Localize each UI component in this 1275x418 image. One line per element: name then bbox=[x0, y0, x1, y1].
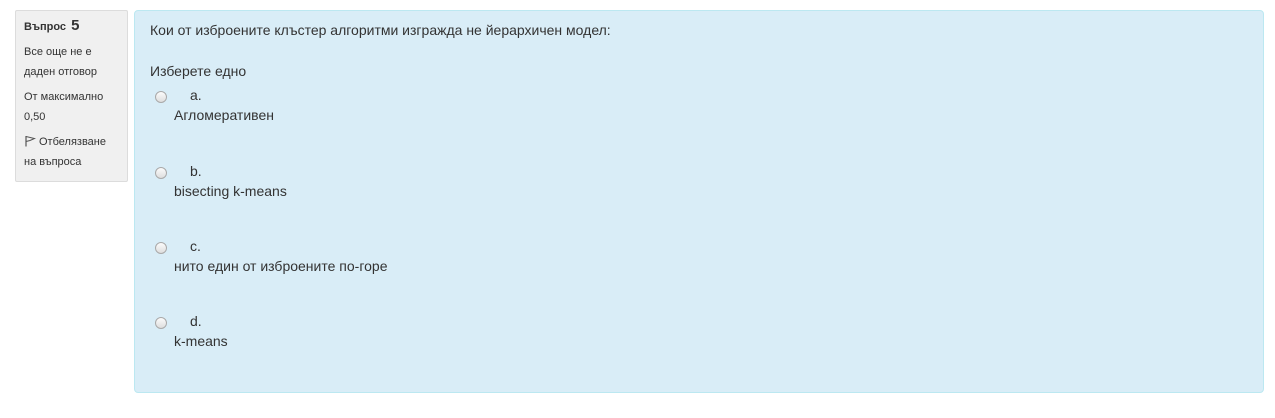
answer-c-radio[interactable] bbox=[155, 242, 167, 254]
question-content: Кои от изброените клъстер алгоритми изгр… bbox=[134, 10, 1264, 393]
question-state: Все още не е даден отговор bbox=[24, 46, 97, 78]
question-label: Въпрос bbox=[24, 21, 67, 33]
flag-label: Отбелязване на въпроса bbox=[24, 136, 106, 168]
answer-a-letter: a. bbox=[190, 87, 202, 103]
question-number-row: Въпрос 5 bbox=[24, 17, 120, 36]
answer-option-d[interactable]: d. k-means bbox=[153, 312, 553, 362]
question-text: Кои от изброените клъстер алгоритми изгр… bbox=[150, 22, 611, 38]
answer-option-b[interactable]: b. bisecting k-means bbox=[153, 162, 553, 212]
answer-option-c[interactable]: c. нито един от изброените по-горе bbox=[153, 237, 553, 287]
answer-d-letter: d. bbox=[190, 313, 202, 329]
answer-c-letter: c. bbox=[190, 238, 201, 254]
answer-a-radio[interactable] bbox=[155, 91, 167, 103]
answer-option-a[interactable]: a. Агломеративен bbox=[153, 86, 553, 136]
question-info-panel: Въпрос 5 Все още не е даден отговор От м… bbox=[15, 10, 128, 182]
answer-b-letter: b. bbox=[190, 163, 202, 179]
question-number: 5 bbox=[71, 17, 80, 34]
answer-prompt: Изберете едно bbox=[150, 63, 247, 79]
answer-c-text[interactable]: нито един от изброените по-горе bbox=[174, 257, 387, 275]
answer-d-text[interactable]: k-means bbox=[174, 332, 228, 350]
answer-b-text[interactable]: bisecting k-means bbox=[174, 182, 287, 200]
question-grade: От максимално 0,50 bbox=[24, 91, 104, 123]
answer-a-text[interactable]: Агломеративен bbox=[174, 106, 274, 124]
answer-b-radio[interactable] bbox=[155, 167, 167, 179]
flag-question-link[interactable]: Отбелязване на въпроса bbox=[24, 132, 120, 172]
flag-icon bbox=[24, 134, 37, 147]
answer-d-radio[interactable] bbox=[155, 317, 167, 329]
